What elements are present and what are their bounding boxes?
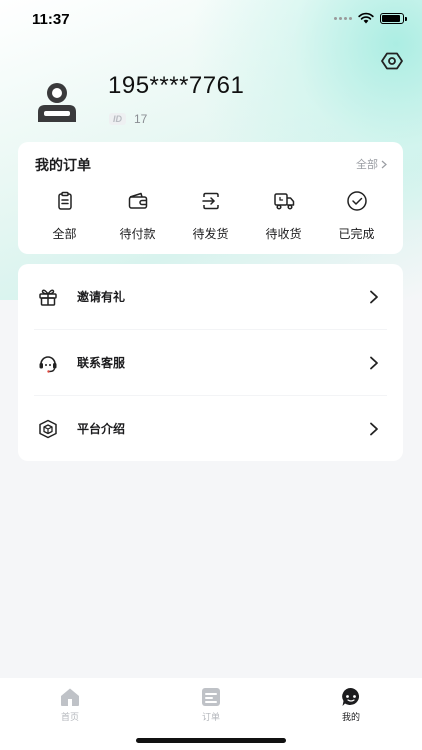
chevron-right-icon: [370, 356, 378, 369]
settings-button[interactable]: [380, 49, 404, 73]
status-bar: 11:37: [0, 0, 422, 40]
cube-icon: [39, 419, 57, 438]
tab-orders[interactable]: 订单: [181, 686, 241, 723]
order-status-pending-payment[interactable]: 待付款: [101, 190, 174, 242]
tab-label: 订单: [201, 713, 220, 723]
menu-item-invite[interactable]: 邀请有礼: [18, 264, 403, 329]
tab-label: 我的: [341, 713, 360, 723]
battery-icon: [380, 12, 407, 24]
tab-profile[interactable]: 我的: [321, 686, 381, 723]
orders-card: 我的订单 全部 全部 待付款 待发货 待收货 已完成: [18, 142, 403, 254]
status-time: 11:37: [32, 11, 70, 28]
chevron-right-icon: [381, 160, 387, 168]
clipboard-icon: [57, 191, 72, 210]
order-status-label: 待付款: [119, 227, 156, 241]
orders-view-all-link[interactable]: 全部: [356, 156, 387, 172]
order-status-pending-receipt[interactable]: 待收货: [247, 190, 320, 242]
tab-label: 首页: [60, 713, 79, 723]
headset-icon: [39, 355, 57, 373]
order-status-pending-shipment[interactable]: 待发货: [174, 190, 247, 242]
chevron-right-icon: [370, 422, 378, 435]
home-indicator: [136, 738, 286, 743]
check-circle-icon: [346, 191, 367, 211]
user-avatar-icon: [38, 83, 76, 122]
id-badge: ID: [109, 113, 126, 125]
user-phone: 195****7761: [108, 72, 245, 99]
orders-title: 我的订单: [35, 158, 91, 174]
profile-chat-icon: [342, 687, 360, 706]
chevron-right-icon: [370, 290, 378, 303]
avatar[interactable]: [34, 80, 80, 124]
order-status-label: 待发货: [192, 227, 229, 241]
box-send-icon: [201, 192, 219, 210]
orders-view-all-label: 全部: [356, 158, 378, 171]
menu-item-label: 邀请有礼: [77, 290, 126, 304]
order-status-all[interactable]: 全部: [28, 190, 101, 242]
status-icons: [334, 12, 407, 24]
gift-icon: [39, 289, 57, 306]
signal-icon: [334, 16, 352, 20]
wallet-icon: [128, 192, 147, 209]
hexagon-settings-icon: [381, 52, 403, 70]
menu-item-platform-intro[interactable]: 平台介绍: [18, 396, 403, 461]
user-id-value: 17: [134, 112, 148, 126]
order-status-row: 全部 待付款 待发货 待收货 已完成: [28, 190, 393, 242]
home-icon: [61, 688, 79, 706]
order-status-label: 已完成: [338, 227, 375, 241]
user-id-row: ID 17: [109, 112, 147, 126]
order-status-label: 待收货: [265, 227, 302, 241]
menu-item-label: 平台介绍: [77, 422, 126, 436]
order-status-label: 全部: [52, 227, 77, 241]
tab-home[interactable]: 首页: [40, 686, 100, 723]
menu-item-label: 联系客服: [77, 356, 126, 370]
menu-item-customer-service[interactable]: 联系客服: [18, 330, 403, 395]
wifi-icon: [358, 12, 374, 24]
order-list-icon: [202, 688, 220, 706]
menu-card: 邀请有礼 联系客服 平台介绍: [18, 264, 403, 461]
order-status-completed[interactable]: 已完成: [320, 190, 393, 242]
delivery-truck-icon: [273, 193, 294, 210]
